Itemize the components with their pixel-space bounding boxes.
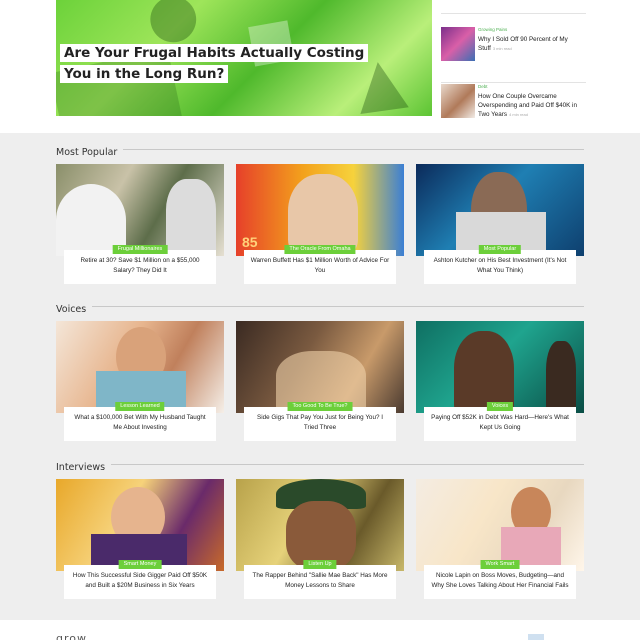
card-tag[interactable]: Frugal Millionaires — [112, 245, 168, 254]
card-text-box: Frugal Millionaires Retire at 30? Save $… — [64, 245, 216, 284]
section-heading: Interviews — [56, 461, 112, 475]
card-title[interactable]: Ashton Kutcher on His Best Investment (I… — [430, 256, 570, 276]
card-image[interactable] — [56, 479, 224, 571]
card-text-box: Too Good To Be True? Side Gigs That Pay … — [244, 402, 396, 441]
card-text-box: Smart Money How This Successful Side Gig… — [64, 560, 216, 599]
card-tag[interactable]: The Oracle From Omaha — [284, 245, 356, 254]
sidebar-item[interactable]: Growing Pains Why I Sold Off 90 Percent … — [441, 27, 586, 83]
article-card[interactable]: Most Popular Ashton Kutcher on His Best … — [416, 164, 584, 284]
read-time: 4 min read — [509, 112, 528, 117]
card-tag[interactable]: Work Smart — [480, 560, 520, 569]
card-text-box: Work Smart Nicole Lapin on Boss Moves, B… — [424, 560, 576, 599]
card-tag[interactable]: Voices — [486, 402, 514, 411]
article-card[interactable]: Too Good To Be True? Side Gigs That Pay … — [236, 321, 404, 441]
card-title[interactable]: The Rapper Behind "Sallie Mae Back" Has … — [250, 571, 390, 591]
sidebar-thumbnail[interactable] — [441, 84, 475, 118]
sidebar-thumbnail[interactable] — [441, 27, 475, 61]
top-featured-area: ● ■ ▲ Are Your Frugal Habits Actually Co… — [0, 0, 640, 133]
card-image-shape: 85 — [242, 234, 258, 250]
article-card[interactable]: Work Smart Nicole Lapin on Boss Moves, B… — [416, 479, 584, 599]
hero-article[interactable]: ● ■ ▲ Are Your Frugal Habits Actually Co… — [56, 0, 432, 116]
sidebar-category[interactable]: Growing Pains — [478, 27, 507, 32]
sidebar-item[interactable]: Debt How One Couple Overcame Overspendin… — [441, 84, 586, 140]
article-card[interactable]: Listen Up The Rapper Behind "Sallie Mae … — [236, 479, 404, 599]
card-text-box: Listen Up The Rapper Behind "Sallie Mae … — [244, 560, 396, 599]
card-image-shape — [546, 341, 576, 413]
card-tag[interactable]: Listen Up — [303, 560, 337, 569]
footer-icon[interactable] — [528, 634, 544, 640]
article-card[interactable]: Voices Paying Off $52K in Debt Was Hard—… — [416, 321, 584, 441]
section-most-popular: Most Popular — [56, 142, 584, 160]
card-image-shape — [454, 331, 514, 413]
article-card[interactable]: Smart Money How This Successful Side Gig… — [56, 479, 224, 599]
card-tag[interactable]: Too Good To Be True? — [287, 402, 353, 411]
card-image-shape — [166, 179, 216, 256]
card-text-box: Most Popular Ashton Kutcher on His Best … — [424, 245, 576, 284]
card-image[interactable] — [416, 479, 584, 571]
card-text-box: The Oracle From Omaha Warren Buffett Has… — [244, 245, 396, 284]
sidebar-category[interactable]: Debt — [478, 84, 488, 89]
sidebar-title[interactable]: Why I Sold Off 90 Percent of My Stuff 3 m… — [478, 35, 586, 53]
card-title[interactable]: Side Gigs That Pay You Just for Being Yo… — [250, 413, 390, 433]
hero-title[interactable]: Are Your Frugal Habits Actually Costing … — [60, 43, 390, 85]
card-tag[interactable]: Smart Money — [118, 560, 162, 569]
section-heading: Most Popular — [56, 146, 124, 160]
card-text-box: Voices Paying Off $52K in Debt Was Hard—… — [424, 402, 576, 441]
card-title[interactable]: What a $100,000 Bet With My Husband Taug… — [70, 413, 210, 433]
card-title[interactable]: How This Successful Side Gigger Paid Off… — [70, 571, 210, 591]
card-image[interactable] — [416, 321, 584, 413]
section-voices: Voices — [56, 299, 584, 317]
section-divider — [56, 306, 584, 307]
card-image[interactable] — [416, 164, 584, 256]
card-image[interactable] — [56, 164, 224, 256]
section-heading: Voices — [56, 303, 93, 317]
card-tag[interactable]: Most Popular — [478, 245, 522, 254]
footer-logo[interactable]: grow — [56, 632, 87, 640]
card-image[interactable] — [236, 321, 404, 413]
card-title[interactable]: Paying Off $52K in Debt Was Hard—Here's … — [430, 413, 570, 433]
article-card[interactable]: 85 The Oracle From Omaha Warren Buffett … — [236, 164, 404, 284]
card-image[interactable] — [56, 321, 224, 413]
sidebar-title[interactable]: How One Couple Overcame Overspending and… — [478, 92, 586, 119]
card-image-shape — [288, 174, 358, 256]
article-card[interactable]: Lesson Learned What a $100,000 Bet With … — [56, 321, 224, 441]
card-image[interactable] — [236, 479, 404, 571]
section-divider — [56, 464, 584, 465]
card-title[interactable]: Warren Buffett Has $1 Million Worth of A… — [250, 256, 390, 276]
section-interviews: Interviews — [56, 457, 584, 475]
section-divider — [56, 149, 584, 150]
card-text-box: Lesson Learned What a $100,000 Bet With … — [64, 402, 216, 441]
read-time: 3 min read — [492, 46, 512, 51]
sidebar-previous-item — [441, 0, 586, 14]
card-tag[interactable]: Lesson Learned — [115, 402, 165, 411]
footer: grow — [0, 620, 640, 640]
article-card[interactable]: Frugal Millionaires Retire at 30? Save $… — [56, 164, 224, 284]
card-image[interactable]: 85 — [236, 164, 404, 256]
card-title[interactable]: Retire at 30? Save $1 Million on a $55,0… — [70, 256, 210, 276]
card-title[interactable]: Nicole Lapin on Boss Moves, Budgeting—an… — [430, 571, 570, 591]
